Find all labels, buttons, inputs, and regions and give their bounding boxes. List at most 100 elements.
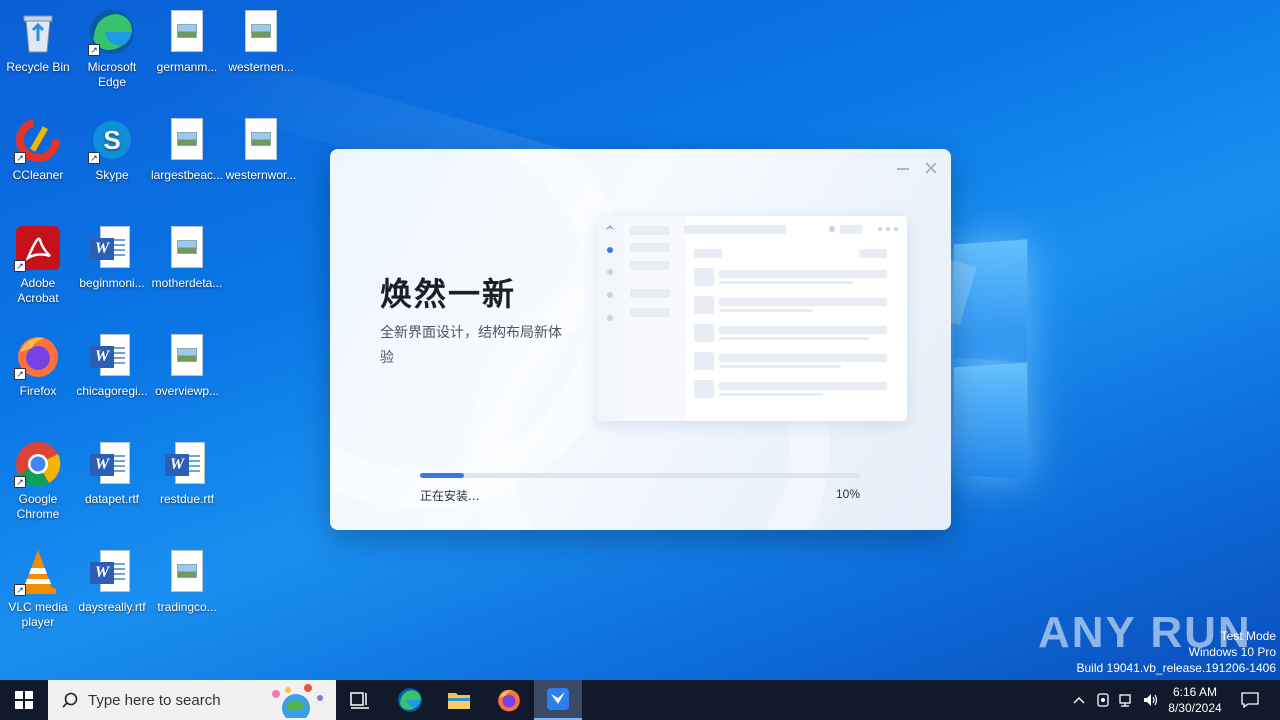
folder-icon	[448, 693, 470, 709]
desktop-icon-label: CCleaner	[12, 168, 64, 182]
desktop-icon-label: restdue.rtf	[159, 492, 215, 506]
tray-device-button[interactable]	[1092, 680, 1114, 720]
desktop-icon-ccleaner[interactable]: ↗ CCleaner	[0, 116, 76, 183]
task-view-icon	[350, 692, 369, 709]
image-file-icon	[237, 8, 285, 56]
desktop-icon-westernen[interactable]: westernen...	[223, 8, 299, 75]
notification-icon	[1241, 692, 1259, 708]
desktop-icon-adobe-acrobat[interactable]: ↗ Adobe Acrobat	[0, 224, 76, 306]
firefox-icon: ↗	[14, 332, 62, 380]
show-hidden-icons-button[interactable]	[1068, 680, 1090, 720]
installer-window: 焕然一新 全新界面设计，结构布局新体验 正在安装... 10%	[330, 149, 951, 530]
shortcut-arrow-icon: ↗	[14, 584, 26, 596]
desktop-icon-daysreally[interactable]: W daysreally.rtf	[74, 548, 150, 615]
desktop-icon-label: westernen...	[228, 60, 294, 74]
desktop-icon-label: largestbeac...	[150, 168, 224, 182]
watermark-line: Build 19041.vb_release.191206-1406	[1076, 661, 1277, 675]
taskbar-search-box[interactable]: Type here to search	[48, 680, 336, 720]
install-progress-fill	[420, 473, 464, 478]
desktop-icon-firefox[interactable]: ↗ Firefox	[0, 332, 76, 399]
volume-icon	[1144, 694, 1158, 706]
acrobat-icon: ↗	[14, 224, 62, 272]
start-button[interactable]	[0, 680, 48, 720]
desktop-icon-label: chicagoregi...	[76, 384, 148, 398]
word-doc-icon: W	[88, 548, 136, 596]
chevron-up-icon	[1073, 697, 1085, 704]
tray-network-button[interactable]	[1116, 680, 1138, 720]
taskbar-edge-button[interactable]	[386, 680, 434, 720]
minimize-button[interactable]	[895, 161, 911, 177]
installer-app-icon	[547, 688, 569, 710]
desktop-icon-skype[interactable]: S ↗ Skype	[74, 116, 150, 183]
image-file-icon	[163, 548, 211, 596]
close-button[interactable]	[923, 161, 939, 177]
shortcut-arrow-icon: ↗	[88, 44, 100, 56]
task-view-button[interactable]	[336, 680, 384, 720]
windows-start-icon	[15, 691, 33, 709]
action-center-button[interactable]	[1232, 680, 1268, 720]
desktop-icon-label: datapet.rtf	[84, 492, 140, 506]
firefox-icon	[498, 689, 520, 712]
close-icon	[925, 162, 937, 174]
installer-subline: 全新界面设计，结构布局新体验	[380, 325, 562, 366]
desktop-icon-restdue[interactable]: W restdue.rtf	[149, 440, 225, 507]
edge-icon: ↗	[88, 8, 136, 56]
desktop-icon-label: Firefox	[19, 384, 57, 398]
desktop-icon-label: Adobe Acrobat	[17, 276, 59, 305]
search-highlight-illustration-icon	[272, 684, 323, 718]
image-file-icon	[163, 332, 211, 380]
recycle-bin-icon	[14, 8, 62, 56]
tray-volume-button[interactable]	[1140, 680, 1162, 720]
taskbar: Type here to search 6:16 AM 8/30/2024	[0, 680, 1280, 720]
desktop-icon-beginmoni[interactable]: W beginmoni...	[74, 224, 150, 291]
clock-time: 6:16 AM	[1172, 685, 1218, 699]
desktop-icon-google-chrome[interactable]: ↗ Google Chrome	[0, 440, 76, 522]
device-icon	[1097, 693, 1109, 707]
edge-icon	[398, 688, 422, 712]
desktop-icon-recycle-bin[interactable]: Recycle Bin	[0, 8, 76, 75]
vlc-icon: ↗	[14, 548, 62, 596]
shortcut-arrow-icon: ↗	[14, 476, 26, 488]
word-doc-icon: W	[88, 332, 136, 380]
watermark-line: Windows 10 Pro	[1188, 645, 1276, 659]
desktop-icon-label: daysreally.rtf	[78, 600, 146, 614]
desktop-icon-vlc[interactable]: ↗ VLC media player	[0, 548, 76, 630]
install-percent-text: 10%	[835, 487, 860, 501]
minimize-icon	[897, 168, 909, 170]
taskbar-installer-button[interactable]	[534, 680, 582, 720]
install-progress-bar	[420, 473, 860, 478]
svg-text:S: S	[103, 125, 120, 155]
word-doc-icon: W	[88, 224, 136, 272]
desktop-icon-motherdeta[interactable]: motherdeta...	[149, 224, 225, 291]
word-doc-icon: W	[88, 440, 136, 488]
desktop-icon-label: Google Chrome	[16, 492, 60, 521]
desktop-icon-label: beginmoni...	[79, 276, 145, 290]
desktop-icon-germanm[interactable]: germanm...	[149, 8, 225, 75]
network-icon	[1119, 694, 1131, 707]
ccleaner-icon: ↗	[14, 116, 62, 164]
chrome-icon: ↗	[14, 440, 62, 488]
skype-icon: S ↗	[88, 116, 136, 164]
app-logo-icon	[605, 225, 615, 230]
desktop-icon-largestbeac[interactable]: largestbeac...	[149, 116, 225, 183]
image-file-icon	[237, 116, 285, 164]
taskbar-firefox-button[interactable]	[485, 680, 533, 720]
search-icon	[62, 692, 78, 708]
desktop-icon-datapet[interactable]: W datapet.rtf	[74, 440, 150, 507]
desktop-icon-overviewp[interactable]: overviewp...	[149, 332, 225, 399]
desktop-icon-microsoft-edge[interactable]: ↗ Microsoft Edge	[74, 8, 150, 90]
desktop-icon-tradingco[interactable]: tradingco...	[149, 548, 225, 615]
desktop-icon-label: Microsoft Edge	[87, 60, 137, 89]
desktop-icon-label: motherdeta...	[151, 276, 223, 290]
desktop-icon-label: germanm...	[156, 60, 218, 74]
desktop-icon-chicagoregi[interactable]: W chicagoregi...	[74, 332, 150, 399]
app-preview-image	[597, 216, 907, 421]
desktop-icon-label: westernwor...	[225, 168, 297, 182]
desktop-icon-label: VLC media player	[8, 600, 68, 629]
desktop-icon-label: Skype	[95, 168, 129, 182]
taskbar-clock[interactable]: 6:16 AM 8/30/2024	[1164, 680, 1226, 720]
shortcut-arrow-icon: ↗	[14, 368, 26, 380]
desktop-icon-westernwor[interactable]: westernwor...	[223, 116, 299, 183]
taskbar-file-explorer-button[interactable]	[435, 680, 483, 720]
windows-test-mode-watermark: Test Mode Windows 10 Pro Build 19041.vb_…	[1077, 628, 1277, 676]
